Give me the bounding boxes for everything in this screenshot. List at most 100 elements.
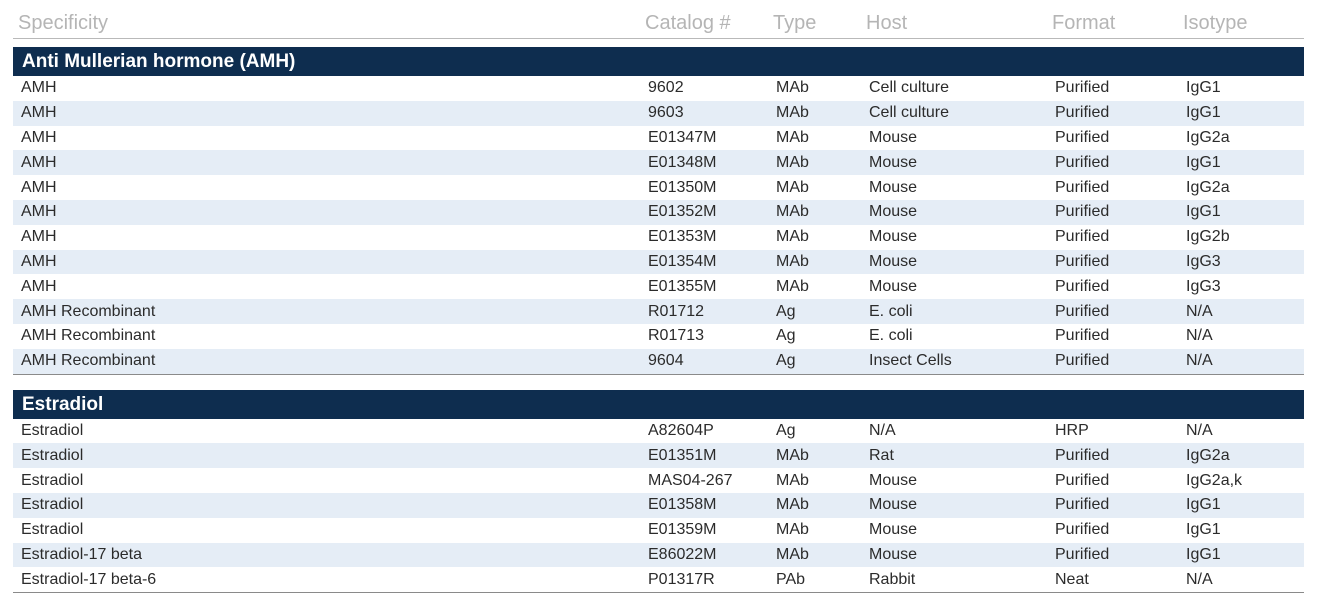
table-row: AMH Recombinant 9604 Ag Insect Cells Purifie… <box>13 348 1304 374</box>
cell-type: MAb <box>776 252 809 270</box>
section-title: Estradiol <box>13 389 1304 419</box>
cell-format: Purified <box>1055 228 1110 246</box>
table-row: AMH E01347M MAb Mouse Purified IgG2a <box>13 126 1304 151</box>
cell-format: Purified <box>1055 521 1110 539</box>
cell-type: MAb <box>776 203 809 221</box>
cell-catalog: E01350M <box>648 178 717 196</box>
cell-catalog: E01359M <box>648 521 717 539</box>
cell-host: Mouse <box>869 521 918 539</box>
cell-type: Ag <box>776 327 796 345</box>
cell-isotype: IgG3 <box>1186 277 1221 295</box>
cell-format: Purified <box>1055 128 1110 146</box>
cell-host: Mouse <box>869 203 918 221</box>
cell-isotype: IgG3 <box>1186 252 1221 270</box>
cell-type: Ag <box>776 352 796 370</box>
cell-type: MAb <box>776 104 809 122</box>
cell-type: MAb <box>776 178 809 196</box>
cell-isotype: IgG1 <box>1186 496 1221 514</box>
cell-host: Mouse <box>869 128 918 146</box>
cell-isotype: IgG2a <box>1186 128 1230 146</box>
cell-type: PAb <box>776 570 806 588</box>
cell-specificity: AMH <box>21 203 57 221</box>
cell-host: Mouse <box>869 277 918 295</box>
column-header-isotype: Isotype <box>1183 12 1248 34</box>
table-row: AMH E01350M MAb Mouse Purified IgG2a <box>13 175 1304 200</box>
cell-host: Rat <box>869 446 894 464</box>
cell-isotype: N/A <box>1186 570 1213 588</box>
cell-format: Purified <box>1055 79 1110 97</box>
cell-format: Purified <box>1055 446 1110 464</box>
cell-type: MAb <box>776 79 809 97</box>
cell-format: Purified <box>1055 545 1110 563</box>
cell-catalog: 9604 <box>648 352 684 370</box>
cell-specificity: AMH <box>21 277 57 295</box>
cell-specificity: AMH Recombinant <box>21 327 156 345</box>
cell-host: Mouse <box>869 178 918 196</box>
table-row: Estradiol E01358M MAb Mouse Purified IgG1 <box>13 492 1304 518</box>
cell-specificity: Estradiol <box>21 496 84 514</box>
table-row: Estradiol MAS04-267 MAb Mouse Purified IgG2a,… <box>13 468 1304 493</box>
cell-format: Purified <box>1055 471 1110 489</box>
cell-isotype: IgG1 <box>1186 203 1221 221</box>
cell-isotype: IgG2b <box>1186 228 1230 246</box>
cell-isotype: N/A <box>1186 302 1213 320</box>
cell-specificity: AMH Recombinant <box>21 302 156 320</box>
column-header-catalog: Catalog # <box>645 12 731 34</box>
cell-format: Purified <box>1055 327 1110 345</box>
table-row: Estradiol A82604P Ag N/A HRP N/A <box>13 419 1304 444</box>
cell-host: Mouse <box>869 496 918 514</box>
cell-host: Rabbit <box>869 570 916 588</box>
cell-host: E. coli <box>869 302 913 320</box>
table-row: AMH E01352M MAb Mouse Purified IgG1 <box>13 199 1304 225</box>
cell-isotype: IgG1 <box>1186 79 1221 97</box>
table-row: Estradiol E01351M MAb Rat Purified IgG2a <box>13 443 1304 469</box>
product-table: Specificity Catalog # Type Host Format I… <box>13 8 1304 594</box>
cell-type: MAb <box>776 446 809 464</box>
cell-type: Ag <box>776 421 796 439</box>
cell-catalog: E01347M <box>648 128 717 146</box>
cell-specificity: Estradiol <box>21 471 84 489</box>
cell-format: Purified <box>1055 277 1110 295</box>
cell-isotype: IgG1 <box>1186 153 1221 171</box>
cell-catalog: E01351M <box>648 446 717 464</box>
cell-type: MAb <box>776 471 809 489</box>
cell-catalog: E01352M <box>648 203 717 221</box>
cell-format: HRP <box>1055 421 1089 439</box>
section-rows: AMH 9602 MAb Cell culture Purified IgG1 AMH 960… <box>13 76 1304 375</box>
cell-catalog: R01712 <box>648 302 705 320</box>
cell-isotype: IgG1 <box>1186 521 1221 539</box>
cell-specificity: AMH <box>21 252 57 270</box>
cell-host: Insect Cells <box>869 352 952 370</box>
cell-host: Mouse <box>869 228 918 246</box>
cell-catalog: P01317R <box>648 570 715 588</box>
cell-isotype: N/A <box>1186 352 1213 370</box>
cell-isotype: IgG1 <box>1186 545 1221 563</box>
table-header: Specificity Catalog # Type Host Format I… <box>13 8 1304 39</box>
cell-type: MAb <box>776 496 809 514</box>
cell-type: MAb <box>776 277 809 295</box>
cell-host: Mouse <box>869 471 918 489</box>
table-row: AMH E01355M MAb Mouse Purified IgG3 <box>13 274 1304 299</box>
cell-catalog: E01354M <box>648 252 717 270</box>
cell-isotype: N/A <box>1186 421 1213 439</box>
section-rows: Estradiol A82604P Ag N/A HRP N/A Estradiol E013… <box>13 419 1304 594</box>
cell-host: Mouse <box>869 252 918 270</box>
column-header-type: Type <box>773 12 817 34</box>
cell-catalog: E01353M <box>648 228 717 246</box>
cell-catalog: 9602 <box>648 79 684 97</box>
cell-specificity: AMH <box>21 104 57 122</box>
cell-specificity: AMH <box>21 128 57 146</box>
cell-host: N/A <box>869 421 896 439</box>
cell-catalog: 9603 <box>648 104 684 122</box>
cell-host: Mouse <box>869 153 918 171</box>
cell-type: MAb <box>776 153 809 171</box>
table-row: Estradiol-17 beta-6 P01317R PAb Rabbit Neat N… <box>13 567 1304 592</box>
cell-format: Purified <box>1055 153 1110 171</box>
cell-format: Purified <box>1055 104 1110 122</box>
section-title: Anti Mullerian hormone (AMH) <box>13 47 1304 76</box>
cell-isotype: IgG1 <box>1186 104 1221 122</box>
table-section: Anti Mullerian hormone (AMH) AMH 9602 MAb Ce… <box>13 47 1304 375</box>
table-row: Estradiol-17 beta E86022M MAb Mouse Purified… <box>13 542 1304 568</box>
cell-specificity: Estradiol <box>21 446 84 464</box>
cell-catalog: R01713 <box>648 327 705 345</box>
